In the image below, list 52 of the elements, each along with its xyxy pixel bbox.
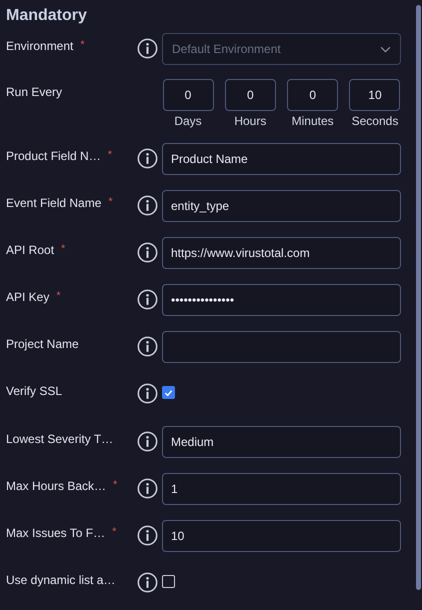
number-field[interactable]: 10 <box>349 79 400 111</box>
required-mark: * <box>108 196 113 210</box>
scrollbar[interactable] <box>416 5 421 590</box>
required-mark: * <box>56 290 61 304</box>
info-icon[interactable] <box>137 336 158 357</box>
field-label: Project Name <box>6 337 79 351</box>
required-mark: * <box>113 479 118 493</box>
info-icon[interactable] <box>137 383 158 404</box>
info-icon[interactable] <box>137 431 158 452</box>
number-field[interactable]: 0 <box>287 79 338 111</box>
info-icon[interactable] <box>137 242 158 263</box>
input-field[interactable]: 1 <box>162 473 401 505</box>
input-field[interactable]: ••••••••••••••• <box>162 284 401 316</box>
required-mark: * <box>80 39 85 53</box>
input-field[interactable]: 10 <box>162 520 401 552</box>
field-label: Event Field Name <box>6 196 102 210</box>
checkbox[interactable] <box>162 575 175 588</box>
chevron-down-icon <box>380 46 391 52</box>
info-icon[interactable] <box>137 478 158 499</box>
info-icon[interactable] <box>137 289 158 310</box>
field-label: Product Field N… <box>6 149 101 163</box>
required-mark: * <box>61 243 66 257</box>
info-icon[interactable] <box>137 38 158 59</box>
input-field[interactable]: Product Name <box>162 143 401 175</box>
unit-label: Days <box>174 114 202 128</box>
number-field[interactable]: 0 <box>162 79 214 111</box>
field-label: Lowest Severity T… <box>6 432 114 446</box>
required-mark: * <box>112 526 116 540</box>
field-label: Environment <box>6 39 74 53</box>
field-label: Max Issues To F… <box>6 526 106 540</box>
environment-dropdown[interactable]: Default Environment <box>162 33 401 65</box>
info-icon[interactable] <box>137 525 158 546</box>
info-icon[interactable] <box>137 572 158 593</box>
section-title: Mandatory <box>6 6 88 26</box>
unit-label: Hours <box>234 114 266 128</box>
unit-label: Minutes <box>292 114 334 128</box>
field-label: Use dynamic list a… <box>6 573 116 587</box>
info-icon[interactable] <box>137 195 158 216</box>
field-label: API Key <box>6 290 50 304</box>
input-field[interactable]: https://www.virustotal.com <box>162 237 401 269</box>
number-field[interactable]: 0 <box>224 79 276 111</box>
field-label: Max Hours Back… <box>6 479 106 493</box>
field-label: Verify SSL <box>6 384 62 398</box>
input-field[interactable] <box>162 331 401 363</box>
input-field[interactable]: entity_type <box>162 190 401 222</box>
checkbox[interactable] <box>162 386 175 399</box>
field-label: API Root <box>6 243 54 257</box>
required-mark: * <box>108 149 112 163</box>
input-field[interactable]: Medium <box>162 426 401 458</box>
unit-label: Seconds <box>352 114 398 128</box>
field-label: Run Every <box>6 85 62 99</box>
info-icon[interactable] <box>137 148 158 169</box>
